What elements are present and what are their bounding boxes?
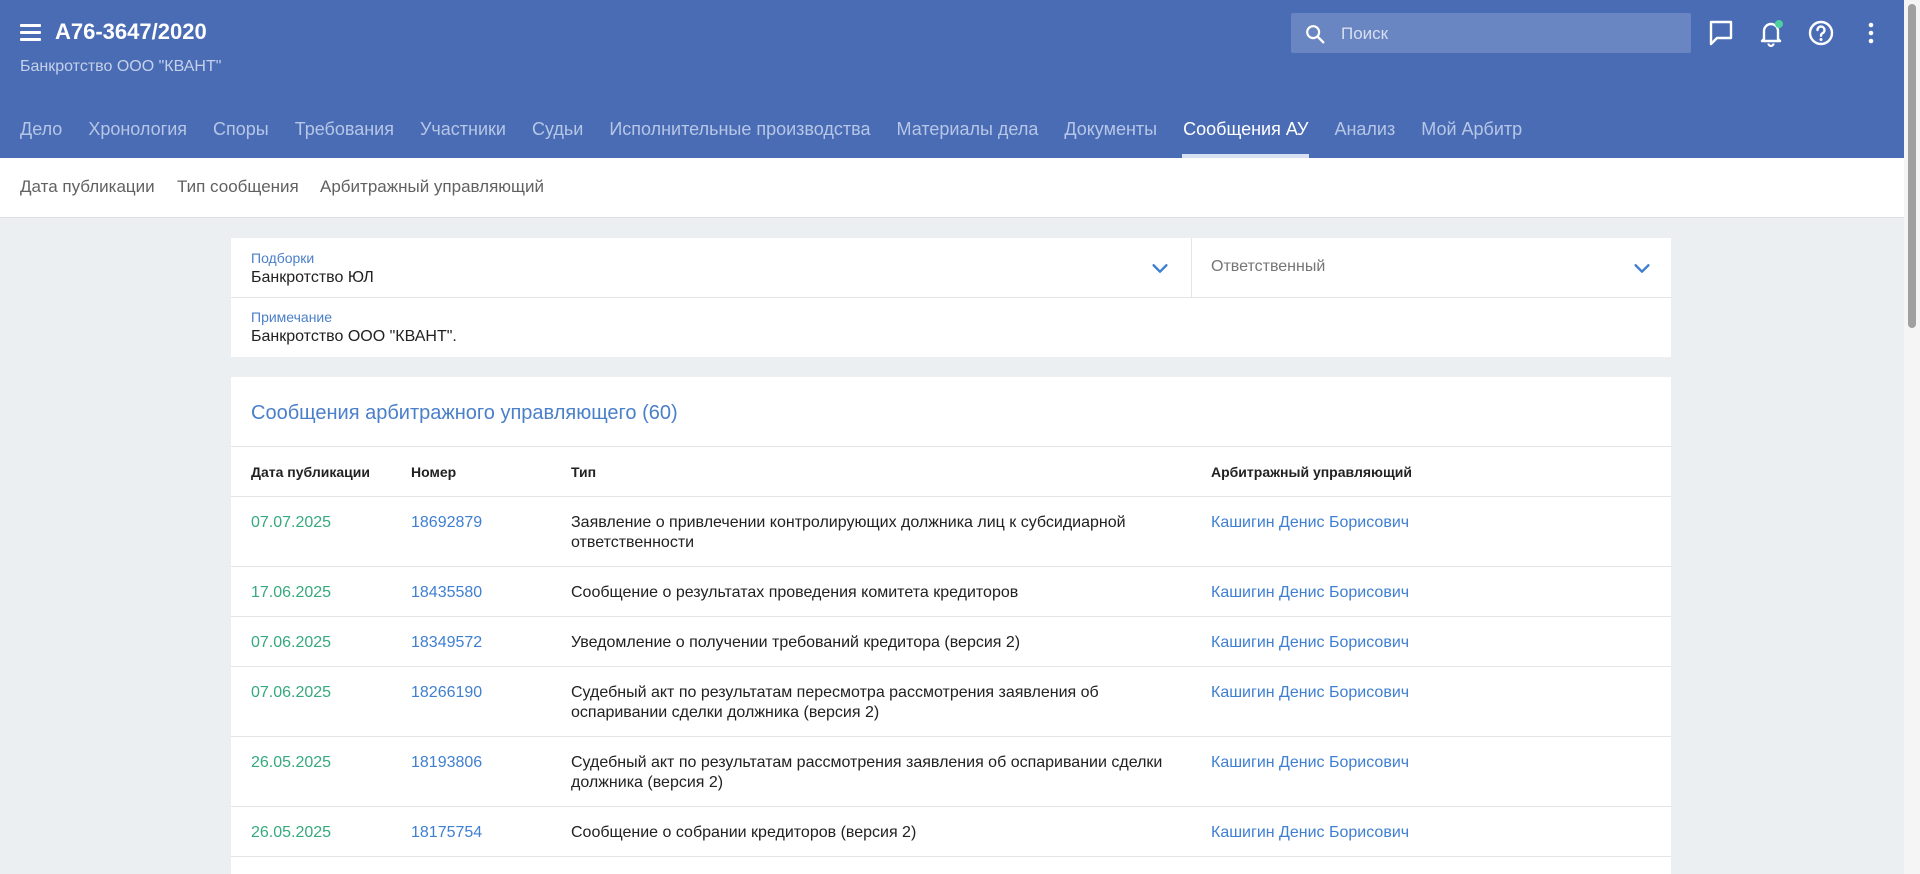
row-date[interactable]: 07.07.2025	[251, 513, 331, 533]
row-manager[interactable]: Кашигин Денис Борисович	[1211, 633, 1409, 653]
divider	[231, 446, 1671, 447]
tab-documents[interactable]: Документы	[1051, 114, 1170, 158]
row-type: Уведомление о получении требований креди…	[571, 634, 1021, 651]
search-input[interactable]	[1339, 13, 1683, 55]
row-date[interactable]: 07.06.2025	[251, 683, 331, 703]
filter-divider	[1191, 238, 1192, 297]
row-manager[interactable]: Кашигин Денис Борисович	[1211, 753, 1409, 773]
search-icon	[1306, 25, 1325, 44]
table-row[interactable]: 26.05.2025 18193806 Судебный акт по резу…	[231, 737, 1671, 807]
row-number[interactable]: 18266190	[411, 683, 482, 703]
row-type: Судебный акт по результатам пересмотра р…	[571, 684, 1099, 721]
tab-au-messages[interactable]: Сообщения АУ	[1170, 114, 1321, 158]
scrollbar-thumb[interactable]	[1908, 4, 1916, 328]
row-manager[interactable]: Кашигин Денис Борисович	[1211, 683, 1409, 703]
tab-chronology[interactable]: Хронология	[75, 114, 200, 158]
subnav-message-type[interactable]: Тип сообщения	[177, 177, 299, 197]
case-tabs: Дело Хронология Споры Требования Участни…	[0, 114, 1535, 158]
row-date[interactable]: 26.05.2025	[251, 753, 331, 773]
tab-disputes[interactable]: Споры	[200, 114, 282, 158]
collections-select[interactable]: Подборки Банкротство ЮЛ	[251, 250, 1151, 287]
row-date[interactable]: 26.05.2025	[251, 823, 331, 843]
chat-icon[interactable]	[1705, 17, 1737, 49]
row-type: Сообщение о собрании кредиторов (версия …	[571, 824, 917, 841]
table-row[interactable]: 07.06.2025 18266190 Судебный акт по резу…	[231, 667, 1671, 737]
note-field[interactable]: Примечание Банкротство ООО "КВАНТ".	[251, 309, 1651, 346]
note-label: Примечание	[251, 309, 333, 325]
subnav-arbitration-manager[interactable]: Арбитражный управляющий	[320, 177, 544, 197]
row-manager[interactable]: Кашигин Денис Борисович	[1211, 513, 1409, 533]
note-value: Банкротство ООО "КВАНТ".	[251, 328, 457, 345]
responsible-select[interactable]: Ответственный	[1211, 258, 1631, 276]
column-header-date[interactable]: Дата публикации	[251, 464, 370, 480]
collections-value: Банкротство ЮЛ	[251, 269, 374, 286]
tab-my-arbitr[interactable]: Мой Арбитр	[1408, 114, 1535, 158]
tab-enforcement[interactable]: Исполнительные производства	[596, 114, 883, 158]
chevron-down-icon[interactable]	[1631, 257, 1653, 279]
row-number[interactable]: 18435580	[411, 583, 482, 603]
more-vert-icon[interactable]	[1855, 17, 1887, 49]
messages-card: Сообщения арбитражного управляющего (60)…	[231, 377, 1671, 874]
row-manager[interactable]: Кашигин Денис Борисович	[1211, 823, 1409, 843]
filter-divider	[231, 297, 1671, 298]
row-number[interactable]: 18692879	[411, 513, 482, 533]
table-row[interactable]: 07.07.2025 18692879 Заявление о привлече…	[231, 497, 1671, 567]
case-subtitle: Банкротство ООО "КВАНТ"	[20, 58, 222, 75]
column-header-manager[interactable]: Арбитражный управляющий	[1211, 464, 1412, 480]
app-header: А76-3647/2020 Банкротство ООО "КВАНТ" По…	[0, 0, 1904, 158]
table-row[interactable]: 26.05.2025 18175754 Сообщение о собрании…	[231, 807, 1671, 857]
tab-claims[interactable]: Требования	[282, 114, 407, 158]
tab-analysis[interactable]: Анализ	[1321, 114, 1408, 158]
row-manager[interactable]: Кашигин Денис Борисович	[1211, 583, 1409, 603]
tab-case-materials[interactable]: Материалы дела	[884, 114, 1052, 158]
menu-icon[interactable]	[16, 18, 44, 46]
row-type: Сообщение о результатах проведения комит…	[571, 584, 1019, 601]
row-number[interactable]: 18175754	[411, 823, 482, 843]
tab-judges[interactable]: Судьи	[519, 114, 596, 158]
messages-title: Сообщения арбитражного управляющего (60)	[251, 402, 678, 424]
row-date[interactable]: 07.06.2025	[251, 633, 331, 653]
collections-label: Подборки	[251, 250, 315, 266]
sub-navigation: Дата публикации Тип сообщения Арбитражны…	[0, 158, 1904, 218]
tab-participants[interactable]: Участники	[407, 114, 519, 158]
responsible-placeholder: Ответственный	[1211, 258, 1326, 275]
filters-card: Подборки Банкротство ЮЛ Ответственный Пр…	[231, 238, 1671, 357]
bell-icon[interactable]	[1755, 17, 1787, 49]
notification-dot	[1775, 20, 1783, 28]
row-date[interactable]: 17.06.2025	[251, 583, 331, 603]
subnav-publication-date[interactable]: Дата публикации	[20, 177, 155, 197]
row-type: Судебный акт по результатам рассмотрения…	[571, 754, 1163, 791]
page-scrollbar[interactable]	[1904, 0, 1920, 874]
help-icon[interactable]	[1805, 17, 1837, 49]
table-row[interactable]: 07.06.2025 18349572 Уведомление о получе…	[231, 617, 1671, 667]
row-number[interactable]: 18193806	[411, 753, 482, 773]
column-header-type[interactable]: Тип	[571, 464, 596, 480]
tab-delo[interactable]: Дело	[0, 114, 75, 158]
row-number[interactable]: 18349572	[411, 633, 482, 653]
table-row[interactable]: 17.06.2025 18435580 Сообщение о результа…	[231, 567, 1671, 617]
search-box[interactable]	[1291, 13, 1691, 55]
case-title: А76-3647/2020	[55, 19, 207, 44]
column-header-number[interactable]: Номер	[411, 464, 456, 480]
row-type: Заявление о привлечении контролирующих д…	[571, 514, 1126, 551]
app-window: А76-3647/2020 Банкротство ООО "КВАНТ" По…	[0, 0, 1904, 874]
chevron-down-icon[interactable]	[1149, 257, 1171, 279]
